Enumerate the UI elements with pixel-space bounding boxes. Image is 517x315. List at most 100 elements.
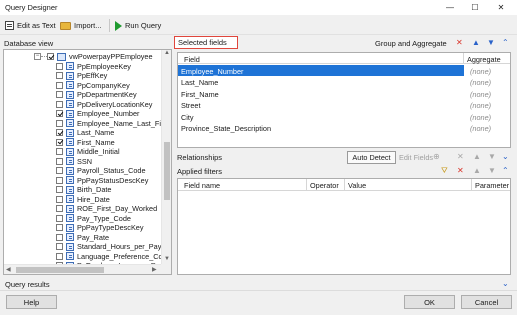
aggregate-cell[interactable]: (none) [470, 101, 491, 110]
collapse-icon[interactable]: ⌃ [502, 38, 509, 48]
tree-field-item[interactable]: Employee_Number [56, 109, 139, 119]
database-tree[interactable]: − vwPowerpayPPEmployee PpEmployeeKey PpEffK… [3, 49, 172, 275]
tree-field-item[interactable]: ROE_First_Day_Worked [56, 204, 157, 214]
tree-field-item[interactable]: PpDepartmentKey [56, 90, 137, 100]
field-checkbox[interactable] [56, 176, 63, 184]
field-checkbox[interactable] [56, 81, 63, 89]
add-filter-icon[interactable]: ⛛ [441, 166, 448, 176]
query-results-expand-icon[interactable]: ⌄ [502, 279, 509, 288]
tree-field-item[interactable]: Birth_Date [56, 185, 111, 195]
move-up-icon[interactable]: ▲ [472, 38, 480, 48]
field-cell[interactable]: Street [181, 101, 200, 110]
column-header-field[interactable]: Field [184, 55, 200, 64]
tree-field-item[interactable]: Hire_Date [56, 195, 110, 205]
field-checkbox[interactable] [56, 157, 63, 165]
tree-root-checkbox[interactable] [47, 53, 54, 61]
filters-collapse-icon[interactable]: ⌃ [502, 166, 509, 175]
field-checkbox[interactable] [56, 62, 63, 70]
tree-field-item[interactable]: First_Name [56, 138, 115, 148]
tree-field-item[interactable]: Middle_Initial [56, 147, 120, 157]
delete-relationship-icon[interactable]: ✕ [457, 152, 464, 161]
selected-field-row[interactable]: Employee_Number (none) [178, 65, 510, 76]
field-cell[interactable]: Employee_Number [181, 67, 243, 76]
aggregate-cell[interactable]: (none) [470, 113, 491, 122]
field-cell[interactable]: City [181, 113, 194, 122]
help-button[interactable]: Help [6, 295, 57, 309]
selected-field-row[interactable]: City (none) [178, 111, 510, 122]
tree-horizontal-scrollbar[interactable]: ◀ ▶ [4, 264, 161, 274]
field-checkbox[interactable] [56, 214, 63, 222]
selected-field-row[interactable]: First_Name (none) [178, 88, 510, 99]
auto-detect-button[interactable]: Auto Detect [347, 151, 396, 164]
field-checkbox[interactable] [56, 91, 63, 99]
tree-field-item[interactable]: Language_Preference_Code [56, 252, 171, 262]
aggregate-cell[interactable]: (none) [470, 67, 491, 76]
aggregate-cell[interactable]: (none) [470, 90, 491, 99]
field-checkbox[interactable] [56, 138, 63, 146]
delete-filter-icon[interactable]: ✕ [457, 166, 464, 175]
selected-field-row[interactable]: Last_Name (none) [178, 77, 510, 88]
add-relationship-icon[interactable]: ⊕ [433, 152, 440, 161]
tree-field-item[interactable]: Pay_Type_Code [56, 214, 131, 224]
field-checkbox[interactable] [56, 186, 63, 194]
tree-vertical-scrollbar[interactable]: ▲ ▼ [161, 50, 171, 264]
tree-field-item[interactable]: PpDeliveryLocationKey [56, 100, 152, 110]
run-query-button[interactable]: Run Query [115, 19, 161, 32]
filter-up-icon[interactable]: ▲ [473, 166, 481, 175]
import-button[interactable]: Import... [60, 19, 102, 32]
field-checkbox[interactable] [56, 252, 63, 260]
field-checkbox[interactable] [56, 110, 63, 118]
move-down-icon[interactable]: ▼ [487, 38, 495, 48]
relationship-up-icon[interactable]: ▲ [473, 152, 481, 161]
tree-horizontal-scroll-thumb[interactable] [16, 267, 104, 273]
field-checkbox[interactable] [56, 243, 63, 251]
field-checkbox[interactable] [56, 167, 63, 175]
cancel-button[interactable]: Cancel [461, 295, 512, 309]
relationship-down-icon[interactable]: ▼ [488, 152, 496, 161]
field-checkbox[interactable] [56, 129, 63, 137]
scroll-left-icon[interactable]: ◀ [6, 265, 11, 274]
field-cell[interactable]: Province_State_Description [181, 124, 271, 133]
field-checkbox[interactable] [56, 205, 63, 213]
aggregate-cell[interactable]: (none) [470, 78, 491, 87]
field-checkbox[interactable] [56, 72, 63, 80]
selected-field-row[interactable]: Street (none) [178, 100, 510, 111]
column-header-field-name[interactable]: Field name [184, 181, 220, 190]
selected-field-row[interactable]: Province_State_Description (none) [178, 123, 510, 134]
scroll-down-icon[interactable]: ▼ [164, 254, 170, 264]
tree-root-item[interactable]: − vwPowerpayPPEmployee [34, 52, 153, 62]
tree-field-item[interactable]: Last_Name [56, 128, 114, 138]
filter-down-icon[interactable]: ▼ [488, 166, 496, 175]
tree-vertical-scroll-thumb[interactable] [164, 142, 170, 200]
close-button[interactable]: ✕ [488, 0, 514, 15]
field-checkbox[interactable] [56, 119, 63, 127]
tree-field-item[interactable]: Standard_Hours_per_Pay [56, 242, 161, 252]
edit-fields-button[interactable]: Edit Fields [399, 153, 433, 162]
field-checkbox[interactable] [56, 148, 63, 156]
minimize-button[interactable]: — [437, 0, 463, 15]
tree-field-item[interactable]: Payroll_Status_Code [56, 166, 146, 176]
field-checkbox[interactable] [56, 233, 63, 241]
tree-field-item[interactable]: PpEffKey [56, 71, 107, 81]
tree-field-item[interactable]: PpPayTypeDescKey [56, 223, 144, 233]
tree-field-item[interactable]: PpCompanyKey [56, 81, 130, 91]
maximize-button[interactable]: ☐ [462, 0, 488, 15]
column-header-parameter[interactable]: Parameter [475, 181, 509, 190]
field-checkbox[interactable] [56, 224, 63, 232]
collapse-icon[interactable]: − [34, 53, 41, 61]
tree-field-item[interactable]: Employee_Name_Last_First [56, 119, 169, 129]
scroll-right-icon[interactable]: ▶ [152, 265, 157, 274]
tree-field-item[interactable]: PpPayStatusDescKey [56, 176, 148, 186]
column-header-operator[interactable]: Operator [310, 181, 339, 190]
relationships-expand-icon[interactable]: ⌄ [502, 152, 509, 161]
tree-field-item[interactable]: SSN [56, 157, 92, 167]
tree-field-item[interactable]: PpEmployeeKey [56, 62, 131, 72]
tree-field-item[interactable]: Pay_Rate [56, 233, 109, 243]
aggregate-cell[interactable]: (none) [470, 124, 491, 133]
column-header-aggregate[interactable]: Aggregate [467, 55, 501, 64]
field-cell[interactable]: First_Name [181, 90, 219, 99]
delete-field-icon[interactable]: ✕ [456, 38, 463, 48]
field-checkbox[interactable] [56, 195, 63, 203]
ok-button[interactable]: OK [404, 295, 455, 309]
column-header-value[interactable]: Value [348, 181, 366, 190]
